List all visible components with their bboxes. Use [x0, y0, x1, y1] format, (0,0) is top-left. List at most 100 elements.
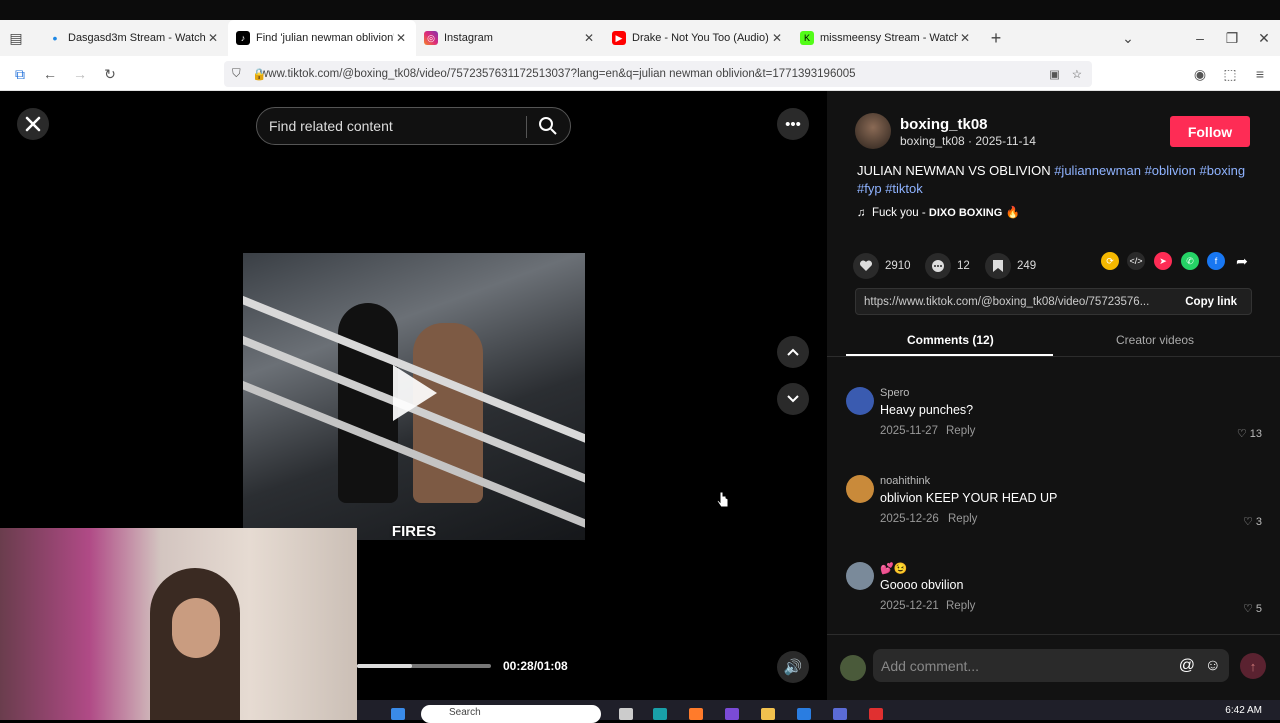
- post-comment-button[interactable]: ↑: [1240, 653, 1266, 679]
- emoji-icon[interactable]: ☺: [1205, 657, 1221, 675]
- tab-bar: ▤ • Dasgasd3m Stream - Watch Liv ✕ ♪ Fin…: [0, 20, 1280, 56]
- comment-item: Spero Heavy punches? 2025-11-27 Reply ♡ …: [846, 387, 1266, 457]
- extensions-icon[interactable]: ⬚: [1220, 64, 1240, 84]
- lock-icon[interactable]: 🔒: [252, 67, 266, 81]
- comment-input[interactable]: Add comment... @ ☺: [873, 649, 1229, 682]
- hashtag-link[interactable]: #oblivion: [1145, 163, 1196, 178]
- more-options-button[interactable]: •••: [777, 108, 809, 140]
- previous-video-button[interactable]: [777, 336, 809, 368]
- store-icon[interactable]: [797, 708, 811, 720]
- creator-username[interactable]: boxing_tk08: [900, 116, 988, 133]
- hashtag-link[interactable]: #juliannewman: [1054, 163, 1141, 178]
- tab-dasgasd3m[interactable]: • Dasgasd3m Stream - Watch Liv ✕: [40, 20, 228, 56]
- hashtag-link[interactable]: #boxing: [1200, 163, 1246, 178]
- mention-icon[interactable]: @: [1179, 657, 1195, 675]
- refresh-icon[interactable]: ↻: [100, 64, 120, 84]
- commenter-avatar[interactable]: [846, 562, 874, 590]
- comment-like-button[interactable]: ♡ 3: [1243, 515, 1262, 529]
- tab-creator-videos[interactable]: Creator videos: [1116, 333, 1194, 347]
- firefox-icon[interactable]: [689, 708, 703, 720]
- repost-icon[interactable]: ⟳: [1101, 252, 1119, 270]
- music-artist: DIXO BOXING: [928, 207, 1003, 219]
- whatsapp-icon[interactable]: ✆: [1181, 252, 1199, 270]
- next-video-button[interactable]: [777, 383, 809, 415]
- copy-link-button[interactable]: Copy link: [1171, 296, 1251, 308]
- close-window-icon[interactable]: ✕: [1248, 20, 1280, 56]
- comment-like-button[interactable]: ♡ 13: [1237, 427, 1262, 441]
- volume-button[interactable]: 🔊: [777, 651, 809, 683]
- close-tab-icon[interactable]: ✕: [770, 31, 784, 45]
- close-tab-icon[interactable]: ✕: [582, 31, 596, 45]
- shield-icon[interactable]: ⛉: [232, 68, 241, 81]
- search-icon[interactable]: [538, 116, 558, 136]
- file-icon[interactable]: [619, 708, 633, 720]
- reader-view-icon[interactable]: ▣: [1049, 67, 1060, 81]
- like-button[interactable]: 2910: [853, 253, 911, 279]
- commenter-name[interactable]: noahithink: [880, 475, 930, 487]
- new-tab-icon[interactable]: +: [980, 20, 1012, 56]
- bookmark-star-icon[interactable]: ☆: [1072, 67, 1082, 81]
- comment-like-button[interactable]: ♡ 5: [1243, 602, 1262, 616]
- related-search-input[interactable]: Find related content: [256, 107, 571, 145]
- tab-instagram[interactable]: ◎ Instagram ✕: [416, 20, 604, 56]
- close-tab-icon[interactable]: ✕: [206, 31, 220, 45]
- video-player[interactable]: FIRES: [243, 253, 585, 540]
- send-icon[interactable]: ➤: [1154, 252, 1172, 270]
- video-progress-fill: [357, 664, 412, 668]
- hashtag-link[interactable]: #fyp: [857, 181, 882, 196]
- discord-icon[interactable]: [725, 708, 739, 720]
- recording-icon[interactable]: [869, 708, 883, 720]
- play-icon[interactable]: [393, 365, 437, 421]
- tab-list-chevron-icon[interactable]: ⌄: [1112, 20, 1144, 56]
- reply-button[interactable]: Reply: [946, 600, 975, 612]
- close-viewer-button[interactable]: [17, 108, 49, 140]
- taskbar-search-label: Search: [449, 707, 481, 718]
- commenter-name[interactable]: Spero: [880, 387, 909, 399]
- close-tab-icon[interactable]: ✕: [394, 31, 408, 45]
- creator-avatar[interactable]: [855, 113, 891, 149]
- video-timecode: 00:28/01:08: [503, 659, 568, 673]
- windows-start-icon[interactable]: [391, 708, 405, 720]
- hashtag-link[interactable]: #tiktok: [885, 181, 923, 196]
- app-icon[interactable]: [833, 708, 847, 720]
- back-icon[interactable]: ←: [40, 64, 60, 84]
- forward-icon[interactable]: →: [70, 64, 90, 84]
- reply-button[interactable]: Reply: [946, 425, 975, 437]
- tab-tiktok-search[interactable]: ♪ Find 'julian newman oblivion' on ✕: [228, 20, 416, 56]
- comment-item: noahithink oblivion KEEP YOUR HEAD UP 20…: [846, 475, 1266, 545]
- kick-icon: K: [800, 31, 814, 45]
- follow-button[interactable]: Follow: [1170, 116, 1250, 147]
- comment-count: 12: [957, 260, 970, 272]
- share-arrow-icon[interactable]: ➦: [1233, 252, 1251, 270]
- comment-button[interactable]: 12: [925, 253, 970, 279]
- commenter-avatar[interactable]: [846, 475, 874, 503]
- account-icon[interactable]: ◉: [1190, 64, 1210, 84]
- save-button[interactable]: 249: [985, 253, 1036, 279]
- embed-icon[interactable]: </>: [1127, 252, 1145, 270]
- address-bar[interactable]: ⛉ 🔒 www.tiktok.com/@boxing_tk08/video/75…: [224, 61, 1092, 87]
- folder-icon[interactable]: [761, 708, 775, 720]
- reply-button[interactable]: Reply: [948, 513, 977, 525]
- music-note-icon: ♫: [857, 207, 866, 219]
- close-tab-icon[interactable]: ✕: [958, 31, 972, 45]
- tab-actions-icon[interactable]: ▤: [0, 20, 32, 56]
- search-divider: [526, 116, 527, 138]
- sidebar-toggle-icon[interactable]: ⧉: [10, 64, 30, 84]
- menu-icon[interactable]: ≡: [1250, 64, 1270, 84]
- commenter-name[interactable]: 💕😉: [880, 562, 907, 575]
- restore-icon[interactable]: ❐: [1216, 20, 1248, 56]
- video-progress-bar[interactable]: [357, 664, 491, 668]
- tab-youtube-drake[interactable]: ▶ Drake - Not You Too (Audio) ft. ✕: [604, 20, 792, 56]
- webcam-overlay: [0, 528, 357, 720]
- edge-icon[interactable]: [653, 708, 667, 720]
- tab-comments[interactable]: Comments (12): [907, 333, 994, 347]
- commenter-avatar[interactable]: [846, 387, 874, 415]
- music-link[interactable]: ♫ Fuck you - DIXO BOXING 🔥: [857, 205, 1020, 219]
- comment-date: 2025-12-26: [880, 513, 939, 525]
- comment-like-count: 13: [1249, 427, 1262, 440]
- facebook-icon[interactable]: f: [1207, 252, 1225, 270]
- tab-kick-missmeensy[interactable]: K missmeensy Stream - Watch Liv ✕: [792, 20, 980, 56]
- taskbar-search[interactable]: Search: [421, 705, 601, 723]
- top-strip: [0, 0, 1280, 20]
- minimize-icon[interactable]: –: [1184, 20, 1216, 56]
